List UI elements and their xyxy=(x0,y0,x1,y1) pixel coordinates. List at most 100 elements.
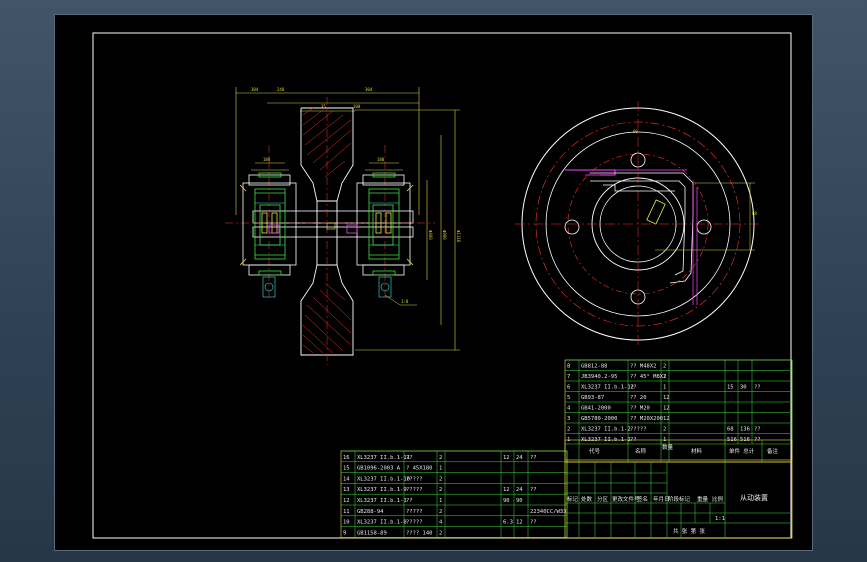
parts-cell-no: 4 xyxy=(567,406,571,412)
parts-cell-w1: 68 xyxy=(727,427,734,433)
parts-cell-no: 12 xyxy=(343,498,350,504)
parts-cell-code: GB93-87 xyxy=(581,395,604,401)
parts-cell-w1: 90 xyxy=(503,498,510,504)
header-code: 代号 xyxy=(589,447,601,455)
scale-value: 1:1 xyxy=(715,516,725,522)
parts-list-left: 16 XL3237 II.b.1-11?? 2 12 24 ??15 GB1096-2003… xyxy=(340,450,568,539)
parts-cell-no: 6 xyxy=(567,385,570,391)
stage-label-2: 比例 xyxy=(712,495,724,503)
parts-cell-note: ?? xyxy=(754,385,761,391)
header-material: 材料 xyxy=(691,447,703,455)
svg-text:100: 100 xyxy=(353,104,361,109)
parts-cell-code: XL3237 II.b.1-9 xyxy=(357,487,407,493)
parts-cell-code: XL3237 II.b.1-8 xyxy=(357,520,407,526)
parts-cell-qty: 2 xyxy=(439,530,442,536)
parts-cell-no: 2 xyxy=(567,427,570,433)
parts-cell-qty: 2 xyxy=(439,455,442,461)
sign-label-4: 签名 xyxy=(637,495,648,503)
parts-cell-name: ????? xyxy=(406,487,423,493)
parts-cell-no: 15 xyxy=(343,466,350,472)
parts-cell-w2: 12 xyxy=(516,520,523,526)
section-view: 304 248 304 35 100 Φ1118 Φ900 Φ400 180 1… xyxy=(225,87,461,365)
parts-cell-no: 7 xyxy=(567,374,570,380)
parts-cell-w1: 12 xyxy=(503,455,510,461)
parts-cell-qty: 12 xyxy=(663,406,670,412)
end-view: 60 88 xyxy=(515,101,761,347)
parts-cell-w2: 90 xyxy=(516,498,523,504)
svg-text:60: 60 xyxy=(633,129,638,134)
parts-cell-code: GB41-2000 xyxy=(581,406,611,412)
parts-cell-qty: 4 xyxy=(439,520,443,526)
parts-cell-name: ????? xyxy=(406,476,423,482)
parts-cell-qty: 1 xyxy=(439,498,442,504)
parts-list-right: 8 GB812-88 ?? M48X2 2 7 JB3940.2-95 ?? 45° M8X… xyxy=(564,359,793,461)
parts-cell-w2: 136 xyxy=(740,427,750,433)
dimension-lines-top xyxy=(235,87,420,215)
parts-cell-name: ?? xyxy=(406,455,413,461)
parts-cell-note: ?? xyxy=(754,427,761,433)
parts-cell-w2: 30 xyxy=(740,385,747,391)
parts-cell-qty: 12 xyxy=(663,395,670,401)
parts-cell-note: ?? xyxy=(530,487,537,493)
svg-text:1:8: 1:8 xyxy=(401,299,409,304)
parts-cell-name: ?? 20 xyxy=(630,395,647,401)
parts-cell-code: XL3237 II.b.1-2 xyxy=(581,427,631,433)
title-block: 代号 名称 数量 材料 单件 总计 备注 标记 处数 分区 更改文件号 签名 年… xyxy=(564,439,793,539)
parts-cell-name: ?? 45° M8X1 xyxy=(630,374,666,380)
parts-cell-no: 13 xyxy=(343,487,350,493)
parts-cell-name: ?? M20 xyxy=(630,406,650,412)
header-remark: 备注 xyxy=(767,447,779,455)
parts-cell-code: XL3237 II.b.1-12 xyxy=(581,385,634,391)
parts-cell-w1: 12 xyxy=(503,487,510,493)
sheet-text: 共 张 第 张 xyxy=(673,527,705,535)
parts-cell-no: 9 xyxy=(343,530,346,536)
stage-label-1: 重量 xyxy=(697,495,709,503)
parts-cell-qty: 12 xyxy=(663,416,670,422)
sign-label-2: 分区 xyxy=(597,495,609,503)
parts-cell-code: XL3237 II.b.1-1 xyxy=(357,498,407,504)
parts-cell-note: ?? xyxy=(530,520,537,526)
parts-cell-qty: 1 xyxy=(663,385,666,391)
parts-cell-no: 14 xyxy=(343,476,350,482)
parts-cell-no: 11 xyxy=(343,509,350,515)
svg-text:Φ1118: Φ1118 xyxy=(456,230,461,243)
svg-text:88: 88 xyxy=(752,211,757,216)
parts-cell-name: ????? xyxy=(406,509,423,515)
parts-cell-no: 8 xyxy=(567,364,570,370)
header-weight: 单件 总计 xyxy=(729,447,755,455)
parts-cell-qty: 2 xyxy=(663,374,666,380)
header-qty: 数量 xyxy=(662,443,674,451)
parts-cell-qty: 2 xyxy=(439,509,442,515)
parts-cell-code: JB3940.2-95 xyxy=(581,374,617,380)
parts-cell-code: GB1158-89 xyxy=(357,530,387,536)
sign-label-3: 更改文件号 xyxy=(612,495,640,503)
drawing-canvas: 304 248 304 35 100 Φ1118 Φ900 Φ400 180 1… xyxy=(92,32,793,539)
parts-cell-code: XL3237 II.b.1-11 xyxy=(357,455,410,461)
stage-label-0: 阶段标记 xyxy=(668,495,691,503)
parts-cell-name: ???? 140 xyxy=(406,530,433,536)
cad-viewport[interactable]: 304 248 304 35 100 Φ1118 Φ900 Φ400 180 1… xyxy=(54,14,813,551)
parts-cell-name: ?? M48X2 xyxy=(630,364,657,370)
header-name: 名称 xyxy=(635,447,647,455)
parts-cell-name: ?? xyxy=(630,385,637,391)
parts-cell-name: ? 45X180 xyxy=(406,466,433,472)
drawing-name: 从动装置 xyxy=(740,493,768,502)
parts-cell-qty: 2 xyxy=(439,476,442,482)
parts-cell-name: ????? xyxy=(406,520,423,526)
parts-cell-w2: 24 xyxy=(516,487,523,493)
parts-cell-code: GB812-88 xyxy=(581,364,608,370)
parts-cell-name: ????? xyxy=(630,427,647,433)
sign-label-1: 处数 xyxy=(581,495,593,503)
parts-cell-name: ?? xyxy=(406,498,413,504)
svg-text:248: 248 xyxy=(277,87,285,92)
svg-text:180: 180 xyxy=(377,157,385,162)
parts-cell-note: 22340CC/W33 xyxy=(530,509,566,515)
parts-cell-no: 10 xyxy=(343,520,350,526)
parts-cell-no: 16 xyxy=(343,455,350,461)
svg-text:304: 304 xyxy=(365,87,373,92)
parts-cell-code: GB5780-2000 xyxy=(581,416,617,422)
parts-cell-w1: 15 xyxy=(727,385,734,391)
svg-text:304: 304 xyxy=(251,87,259,92)
parts-cell-name: ?? M20X200 xyxy=(630,416,663,422)
svg-text:180: 180 xyxy=(263,157,271,162)
